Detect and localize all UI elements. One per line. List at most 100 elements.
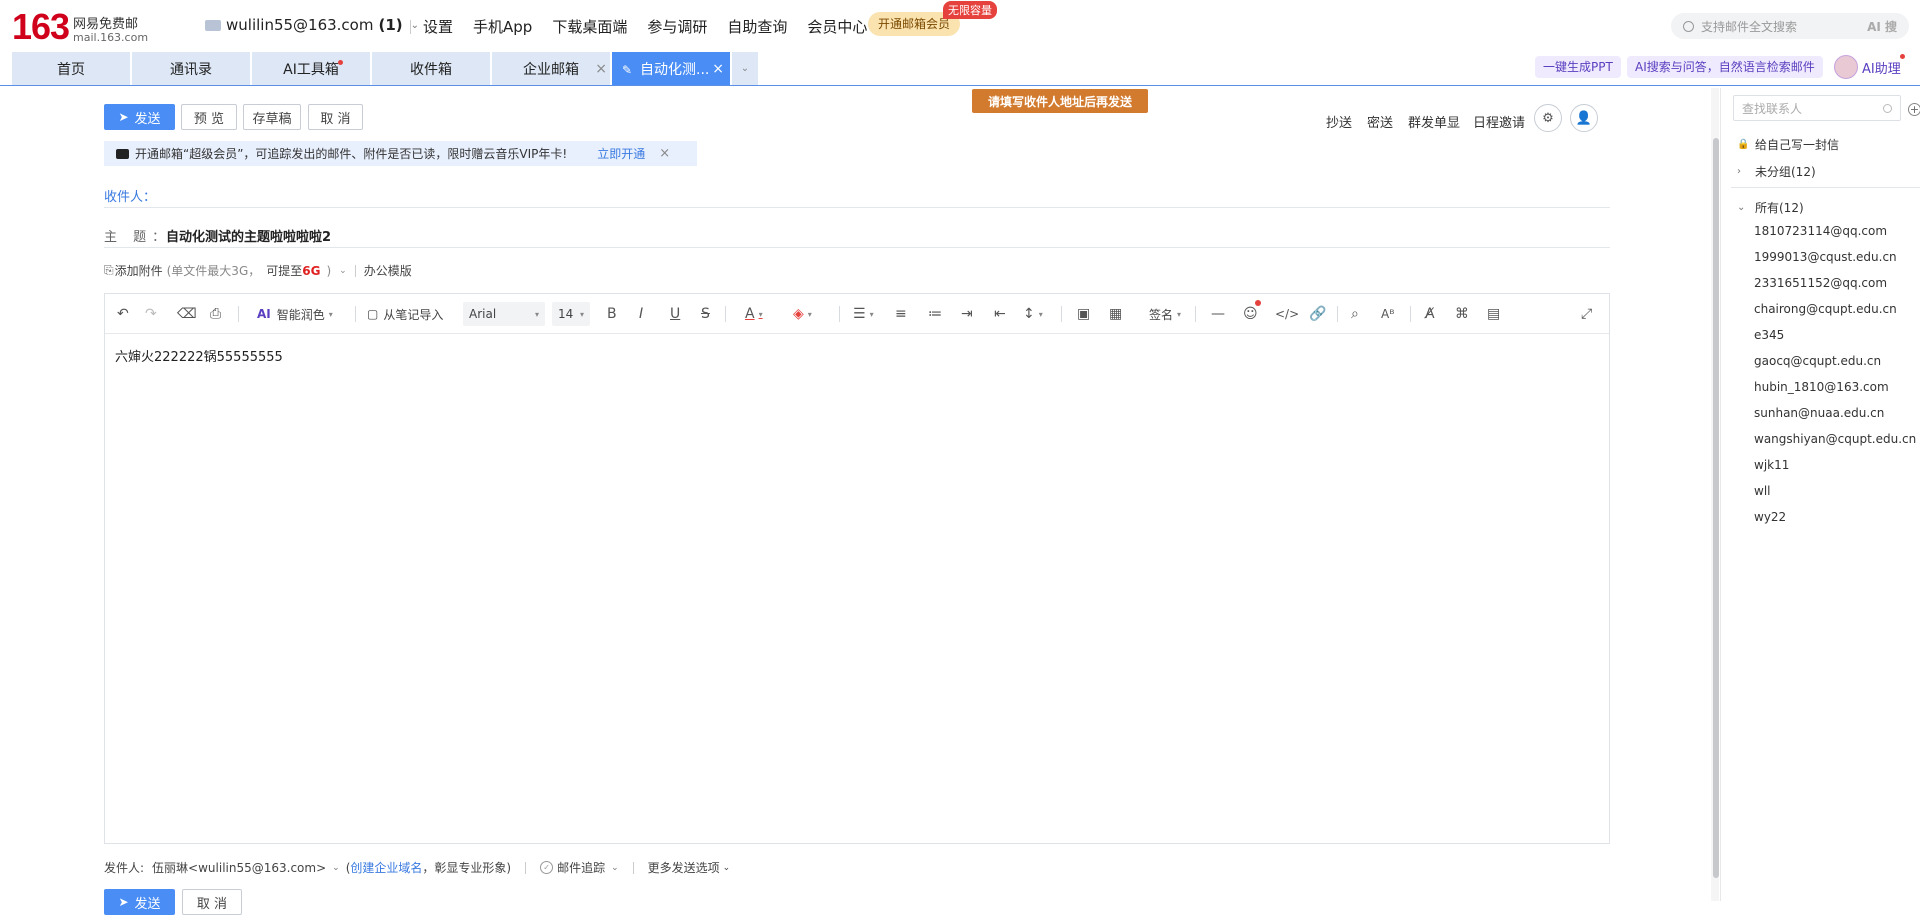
translate-icon[interactable]: ⌘ (1455, 304, 1469, 324)
spellcheck-icon[interactable]: A̸ (1425, 304, 1435, 324)
underline-icon[interactable]: U (670, 304, 680, 324)
font-color-icon[interactable]: A ▾ (745, 304, 763, 324)
office-template-link[interactable]: 办公模版 (364, 262, 412, 279)
ai-search-button[interactable]: AI 搜 (1867, 18, 1897, 35)
write-to-self[interactable]: 🔒 给自己写一封信 (1737, 136, 1839, 153)
cc-link[interactable]: 抄送 (1326, 112, 1352, 131)
contact-item[interactable]: wangshiyan@cqupt.edu.cn (1754, 432, 1916, 446)
tab-contacts[interactable]: 通讯录 (132, 52, 250, 85)
image-icon[interactable]: ▣ (1077, 304, 1090, 324)
add-contact-icon[interactable]: 👤 (1570, 104, 1598, 132)
strikethrough-icon[interactable]: S (701, 304, 710, 324)
format-painter-icon[interactable]: ⎙ (210, 304, 221, 324)
open-now-link[interactable]: 立即开通 (597, 145, 645, 162)
recipient-label[interactable]: 收件人： (104, 186, 156, 205)
subject-input[interactable]: 自动化测试的主题啦啦啦啦2 (166, 226, 331, 245)
mail-body-text[interactable]: 六婶火222222锅55555555 (115, 346, 283, 365)
redo-icon[interactable]: ↷ (145, 304, 157, 324)
nav-download-desktop[interactable]: 下载桌面端 (552, 16, 627, 37)
more-send-options[interactable]: 更多发送选项 (648, 859, 720, 876)
code-icon[interactable]: </> (1275, 304, 1299, 324)
nav-mobile-app[interactable]: 手机App (473, 16, 532, 37)
cancel-button-bottom[interactable]: 取 消 (182, 889, 242, 915)
outdent-icon[interactable]: ⇤ (994, 304, 1006, 324)
line-height-icon[interactable]: ↕ ▾ (1023, 304, 1043, 324)
sender-select[interactable]: 伍丽琳<wulilin55@163.com> (152, 859, 326, 876)
separate-send-link[interactable]: 群发单显 (1408, 112, 1460, 131)
case-convert-icon[interactable]: Aᴮ (1381, 304, 1394, 324)
bcc-link[interactable]: 密送 (1367, 112, 1393, 131)
contact-item[interactable]: 2331651152@qq.com (1754, 276, 1887, 290)
chevron-down-icon[interactable]: ⌄ (611, 863, 619, 873)
recipient-field[interactable] (104, 207, 1610, 208)
scrollbar-thumb[interactable] (1713, 138, 1719, 878)
align-icon[interactable]: ☰ ▾ (853, 304, 874, 324)
contact-item[interactable]: wll (1754, 484, 1770, 498)
contact-search-input[interactable]: 查找联系人 (1733, 95, 1901, 121)
contact-item[interactable]: sunhan@nuaa.edu.cn (1754, 406, 1884, 420)
nav-survey[interactable]: 参与调研 (647, 16, 707, 37)
settings-gear-icon[interactable]: ⚙ (1534, 104, 1562, 132)
mail-search-input[interactable]: 支持邮件全文搜索 AI 搜 (1671, 13, 1909, 39)
link-icon[interactable]: 🔗 (1309, 304, 1326, 324)
mail-editor[interactable]: ↶ ↷ ⌫ ⎙ AI 智能润色 ▾ ▢ 从笔记导入 Arial ▾ 14 ▾ B I U … (104, 293, 1610, 844)
indent-icon[interactable]: ⇥ (961, 304, 973, 324)
save-draft-button[interactable]: 存草稿 (243, 104, 301, 130)
contact-item[interactable]: wy22 (1754, 510, 1786, 524)
close-tab-icon[interactable]: × (595, 61, 607, 77)
highlight-color-icon[interactable]: ◈ ▾ (793, 304, 812, 324)
more-tabs-button[interactable]: ⌄ (732, 52, 758, 85)
logo[interactable]: 163 (12, 6, 70, 48)
chevron-down-icon[interactable]: ⌄ (339, 266, 347, 276)
table-icon[interactable]: ▦ (1109, 304, 1122, 324)
add-contact-plus-icon[interactable]: + (1908, 103, 1920, 116)
tab-enterprise-mail[interactable]: 企业邮箱 × (492, 52, 610, 85)
group-ungrouped[interactable]: › 未分组(12) (1737, 163, 1816, 180)
undo-icon[interactable]: ↶ (117, 304, 129, 324)
font-size-select[interactable]: 14 ▾ (552, 302, 590, 326)
ai-polish-button[interactable]: AI 智能润色 ▾ (257, 304, 333, 324)
attachment-max-size[interactable]: 6G (302, 264, 320, 278)
mail-tracking-toggle[interactable]: 邮件追踪 (557, 859, 605, 876)
add-attachment-link[interactable]: 添加附件 (115, 262, 163, 279)
fullscreen-icon[interactable]: ⤢ (1581, 304, 1592, 324)
contact-item[interactable]: hubin_1810@163.com (1754, 380, 1889, 394)
nav-self-service[interactable]: 自助查询 (727, 16, 787, 37)
nav-settings[interactable]: 设置 (423, 16, 453, 37)
ai-search-qa-button[interactable]: AI搜索与问答，自然语言检索邮件 (1627, 56, 1823, 78)
contact-item[interactable]: chairong@cqupt.edu.cn (1754, 302, 1897, 316)
italic-icon[interactable]: I (639, 304, 643, 324)
cancel-button[interactable]: 取 消 (308, 104, 363, 130)
font-family-select[interactable]: Arial ▾ (463, 302, 545, 326)
send-button-bottom[interactable]: ➤ 发送 (104, 889, 175, 915)
chevron-down-icon[interactable]: ⌄ (332, 863, 340, 873)
contact-item[interactable]: 1999013@cqust.edu.cn (1754, 250, 1897, 264)
tab-ai-toolbox[interactable]: AI工具箱 (252, 52, 370, 85)
contact-item[interactable]: gaocq@cqupt.edu.cn (1754, 354, 1881, 368)
find-replace-icon[interactable]: ⌕ (1351, 304, 1359, 324)
account-switcher[interactable]: wulilin55@163.com (1) ⌄ (205, 16, 419, 34)
emoji-icon[interactable]: ☺ (1243, 300, 1261, 324)
ai-assistant-button[interactable]: AI助理 (1834, 54, 1905, 79)
nav-member-center[interactable]: 会员中心 (807, 16, 867, 37)
close-tab-icon[interactable]: × (712, 61, 724, 77)
send-button[interactable]: ➤ 发送 (104, 104, 175, 130)
contact-item[interactable]: 1810723114@qq.com (1754, 224, 1887, 238)
create-domain-link[interactable]: 创建企业域名 (350, 859, 422, 876)
group-all[interactable]: ⌄ 所有(12) (1737, 199, 1804, 216)
bold-icon[interactable]: B (607, 304, 617, 324)
tab-home[interactable]: 首页 (12, 52, 130, 85)
eraser-icon[interactable]: ⌫ (177, 304, 197, 324)
horizontal-rule-icon[interactable]: — (1211, 304, 1225, 324)
schedule-invite-link[interactable]: 日程邀请 (1473, 112, 1525, 131)
tab-compose-active[interactable]: ✎ 自动化测... × (612, 52, 730, 85)
template-icon[interactable]: ▤ (1487, 304, 1500, 324)
signature-button[interactable]: 签名 ▾ (1149, 304, 1181, 324)
tab-inbox[interactable]: 收件箱 (372, 52, 490, 85)
numbered-list-icon[interactable]: ≔ (928, 304, 942, 324)
import-from-notes-button[interactable]: ▢ 从笔记导入 (367, 304, 443, 324)
preview-button[interactable]: 预 览 (181, 104, 237, 130)
bullet-list-icon[interactable]: ≡ (895, 304, 907, 324)
close-icon[interactable]: × (659, 146, 670, 161)
ai-ppt-button[interactable]: 一键生成PPT (1535, 56, 1621, 78)
